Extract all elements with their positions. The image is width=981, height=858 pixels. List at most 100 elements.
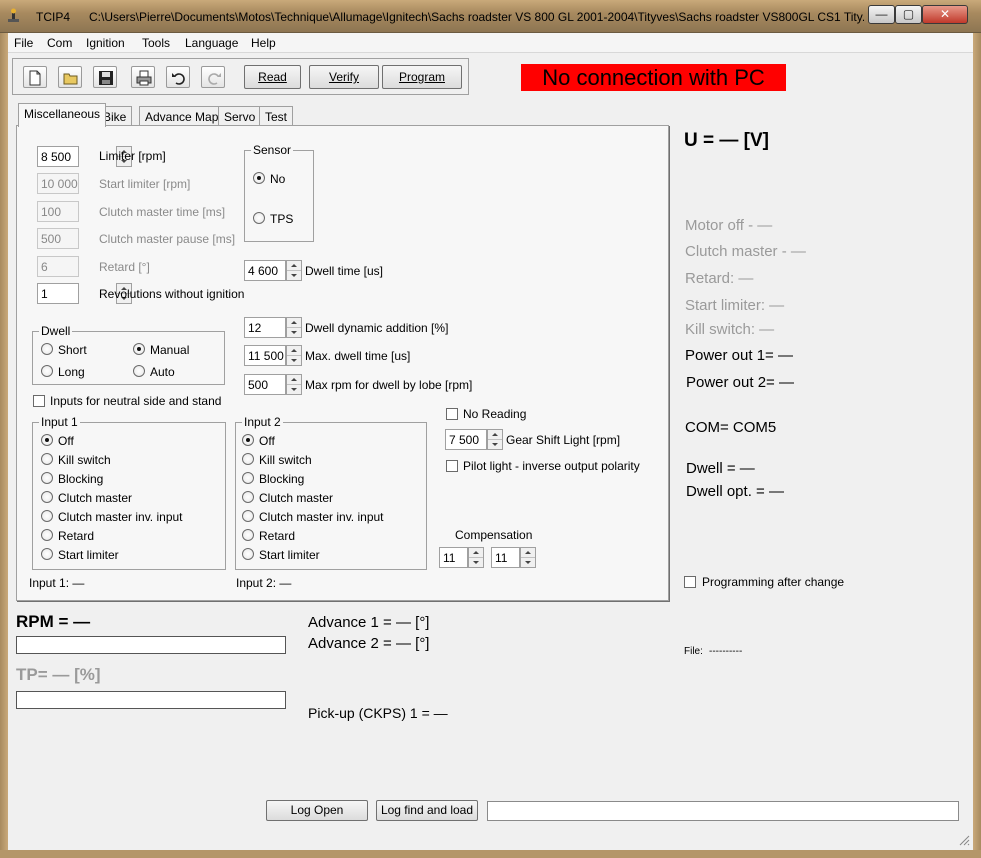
revolutions-input[interactable]: 1 xyxy=(37,283,79,304)
dwell-long-radio[interactable] xyxy=(41,365,53,377)
tab-servo[interactable]: Servo xyxy=(218,106,262,126)
compensation-a-arrows[interactable] xyxy=(468,547,484,568)
start-limiter-label: Start limiter [rpm] xyxy=(99,177,191,191)
close-button[interactable]: ✕ xyxy=(922,5,968,24)
input2-retard-radio[interactable] xyxy=(242,529,254,541)
input2-blocking-label: Blocking xyxy=(259,472,305,486)
dwell-auto-label: Auto xyxy=(150,365,175,379)
input1-kill-switch-radio[interactable] xyxy=(41,453,53,465)
input1-title: Input 1 xyxy=(39,415,80,429)
input2-start-limiter-label: Start limiter xyxy=(259,548,320,562)
input2-kill-switch-radio[interactable] xyxy=(242,453,254,465)
gear-shift-spin-arrows[interactable] xyxy=(487,429,503,450)
max-rpm-dwell-input[interactable]: 500 xyxy=(244,374,286,395)
dwell-short-radio[interactable] xyxy=(41,343,53,355)
toolbar: Read Verify Program xyxy=(12,58,469,95)
dwell-long-label: Long xyxy=(58,365,85,379)
undo-icon[interactable] xyxy=(166,66,190,88)
input2-start-limiter-radio[interactable] xyxy=(242,548,254,560)
dwell-time-input[interactable]: 4 600 xyxy=(244,260,286,281)
input1-start-limiter-radio[interactable] xyxy=(41,548,53,560)
menu-tools[interactable]: Tools xyxy=(142,36,170,50)
power-out2-readout: Power out 2= — xyxy=(686,374,794,391)
revolutions-label: Revolutions without ignition xyxy=(99,287,245,301)
input1-off-label: Off xyxy=(58,434,74,448)
input2-title: Input 2 xyxy=(242,415,283,429)
new-file-icon[interactable] xyxy=(23,66,47,88)
resize-grip-icon[interactable] xyxy=(958,834,970,846)
tab-test[interactable]: Test xyxy=(259,106,294,126)
save-icon[interactable] xyxy=(93,66,117,88)
log-open-button[interactable]: Log Open xyxy=(266,800,368,821)
clutch-master-readout: Clutch master - — xyxy=(685,243,806,260)
dwell-manual-label: Manual xyxy=(150,343,190,357)
dwell-dyn-spin-arrows[interactable] xyxy=(286,317,302,338)
input1-clutch-inv-radio[interactable] xyxy=(41,510,53,522)
dwell-dyn-input[interactable]: 12 xyxy=(244,317,286,338)
menu-com[interactable]: Com xyxy=(47,36,72,50)
retard-input: 6 xyxy=(37,256,79,277)
menu-language[interactable]: Language xyxy=(185,36,238,50)
read-button[interactable]: Read xyxy=(244,65,301,89)
input2-clutch-inv-radio[interactable] xyxy=(242,510,254,522)
verify-button[interactable]: Verify xyxy=(309,65,379,89)
clutch-pause-label: Clutch master pause [ms] xyxy=(99,232,236,246)
input1-retard-radio[interactable] xyxy=(41,529,53,541)
open-folder-icon[interactable] xyxy=(58,66,82,88)
print-icon[interactable] xyxy=(131,66,155,88)
max-dwell-spin-arrows[interactable] xyxy=(286,345,302,366)
dwell-auto-radio[interactable] xyxy=(133,365,145,377)
input2-kill-switch-label: Kill switch xyxy=(259,453,312,467)
compensation-a-input[interactable]: 11 xyxy=(439,547,468,568)
motor-off-readout: Motor off - — xyxy=(685,217,773,234)
input2-blocking-radio[interactable] xyxy=(242,472,254,484)
maximize-button[interactable]: ▢ xyxy=(895,5,922,24)
rpm-readout: RPM = — xyxy=(16,612,91,631)
neutral-side-checkbox[interactable] xyxy=(33,395,45,407)
verify-label: Verify xyxy=(328,70,359,84)
log-path-field[interactable] xyxy=(487,801,959,821)
no-reading-checkbox[interactable] xyxy=(446,408,458,420)
dwell-time-label: Dwell time [us] xyxy=(305,264,384,278)
window-frame-left xyxy=(0,33,8,858)
log-find-load-button[interactable]: Log find and load xyxy=(376,800,478,821)
input1-blocking-radio[interactable] xyxy=(41,472,53,484)
tab-advance-map[interactable]: Advance Map xyxy=(139,106,225,126)
no-reading-label: No Reading xyxy=(463,407,527,421)
sensor-no-radio[interactable] xyxy=(253,172,265,184)
dwell-manual-radio[interactable] xyxy=(133,343,145,355)
compensation-b-arrows[interactable] xyxy=(520,547,536,568)
title-bar: TCIP4 C:\Users\Pierre\Documents\Motos\Te… xyxy=(0,0,981,33)
max-dwell-input[interactable]: 11 500 xyxy=(244,345,286,366)
menu-file[interactable]: File xyxy=(14,36,33,50)
sensor-tps-radio[interactable] xyxy=(253,212,265,224)
program-button[interactable]: Program xyxy=(382,65,462,89)
redo-icon[interactable] xyxy=(201,66,225,88)
pilot-light-checkbox[interactable] xyxy=(446,460,458,472)
gear-shift-input[interactable]: 7 500 xyxy=(445,429,487,450)
input2-clutch-master-label: Clutch master xyxy=(259,491,334,505)
menu-help[interactable]: Help xyxy=(251,36,276,50)
dwell-group-title: Dwell xyxy=(39,324,73,338)
programming-after-change-checkbox[interactable] xyxy=(684,576,696,588)
app-icon xyxy=(8,8,19,22)
max-rpm-dwell-spin-arrows[interactable] xyxy=(286,374,302,395)
input1-clutch-master-label: Clutch master xyxy=(58,491,133,505)
input2-off-label: Off xyxy=(259,434,275,448)
menu-bar: File Com Ignition Tools Language Help xyxy=(8,33,973,53)
tab-miscellaneous[interactable]: Miscellaneous xyxy=(18,103,107,127)
input1-clutch-master-radio[interactable] xyxy=(41,491,53,503)
pilot-light-label: Pilot light - inverse output polarity xyxy=(463,459,640,473)
compensation-b-input[interactable]: 11 xyxy=(491,547,520,568)
max-dwell-label: Max. dwell time [us] xyxy=(305,349,411,363)
compensation-title: Compensation xyxy=(455,528,533,542)
menu-ignition[interactable]: Ignition xyxy=(86,36,125,50)
input1-off-radio[interactable] xyxy=(41,434,53,446)
minimize-button[interactable]: — xyxy=(868,5,895,24)
dwell-time-spin-arrows[interactable] xyxy=(286,260,302,281)
retard-readout: Retard: — xyxy=(685,270,754,287)
limiter-input[interactable]: 8 500 xyxy=(37,146,79,167)
retard-label: Retard [°] xyxy=(99,260,150,274)
input2-off-radio[interactable] xyxy=(242,434,254,446)
input2-clutch-master-radio[interactable] xyxy=(242,491,254,503)
